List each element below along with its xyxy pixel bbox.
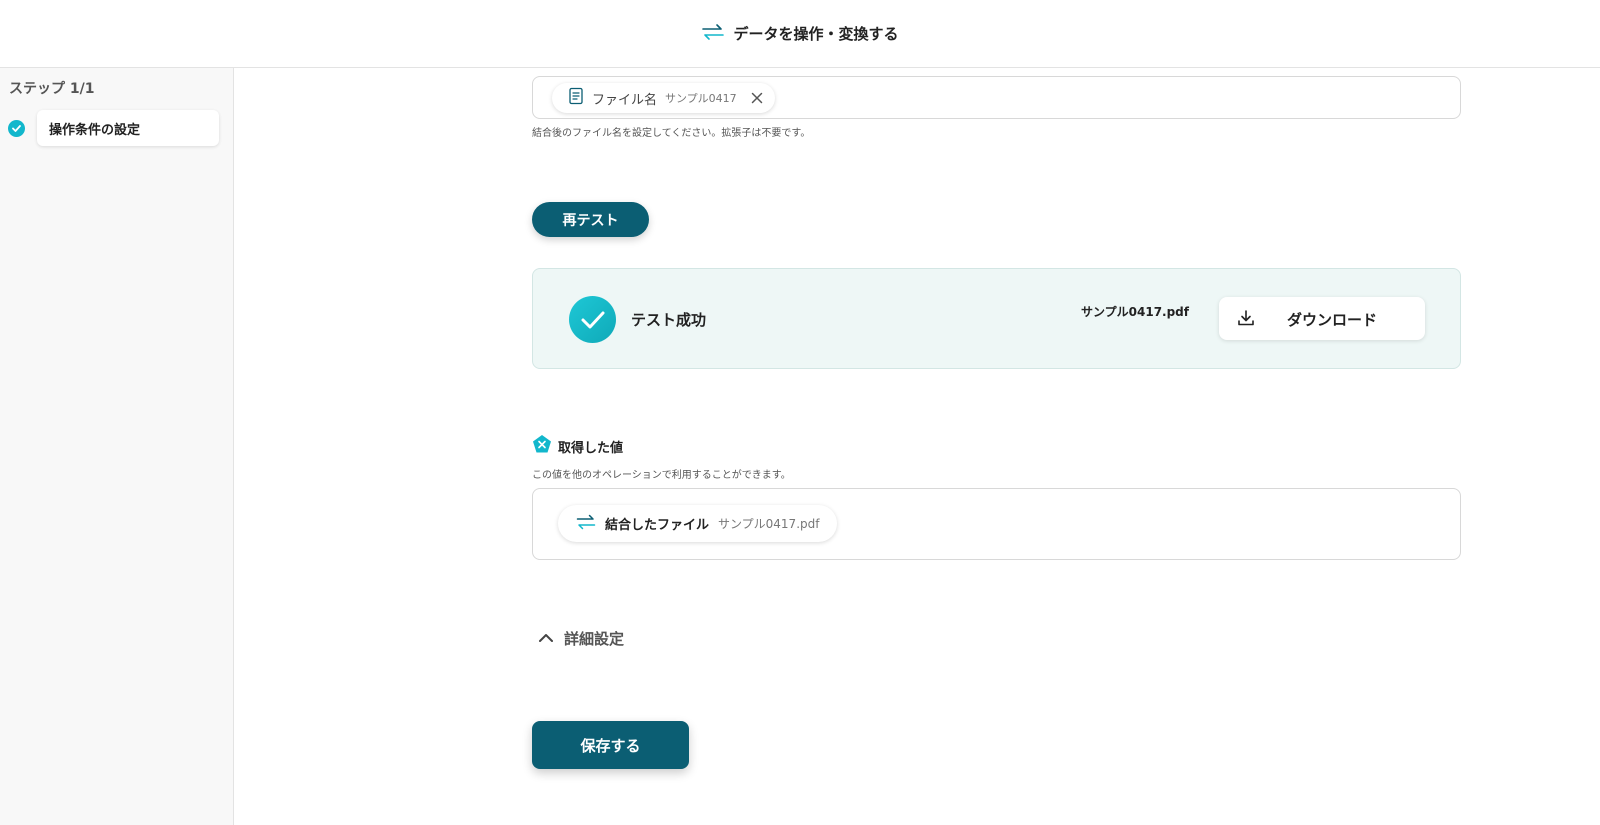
filename-token[interactable]: ファイル名 サンプル0417 [552,83,775,113]
save-button[interactable]: 保存する [532,721,689,769]
sidebar-step-item[interactable]: 操作条件の設定 [8,110,219,146]
retrieved-values-title: 取得した値 [558,440,624,456]
filename-help-text: 結合後のファイル名を設定してください。拡張子は不要です。 [532,128,811,139]
top-header: データを操作・変換する [0,0,1600,68]
swap-arrows-icon [576,514,596,534]
close-icon[interactable] [751,92,763,104]
document-icon [568,87,584,109]
page-title: データを操作・変換する [733,25,899,43]
step-count: ステップ 1/1 [9,81,95,97]
retrieved-values-help: この値を他のオペレーションで利用することができます。 [532,470,791,481]
step-sidebar: ステップ 1/1 操作条件の設定 [0,68,234,825]
value-token[interactable]: 結合したファイル サンプル0417.pdf [558,505,838,542]
download-button[interactable]: ダウンロード [1219,297,1425,340]
result-filename: サンプル0417.pdf [1081,305,1189,319]
advanced-settings-label: 詳細設定 [564,630,625,648]
download-icon [1237,309,1255,331]
retrieved-values-box: 結合したファイル サンプル0417.pdf [532,488,1461,560]
swap-arrows-icon [701,23,725,45]
retest-button[interactable]: 再テスト [532,202,649,237]
variable-badge-icon [532,434,552,458]
test-status-text: テスト成功 [631,311,707,329]
header-title-group: データを操作・変換する [701,23,899,45]
value-token-value: サンプル0417.pdf [718,517,820,531]
filename-input[interactable]: ファイル名 サンプル0417 [532,76,1461,119]
check-circle-icon [8,119,25,137]
token-value: サンプル0417 [665,92,737,105]
token-label: ファイル名 [592,92,658,108]
download-label: ダウンロード [1287,311,1378,329]
step-label[interactable]: 操作条件の設定 [37,110,219,146]
success-check-icon [569,296,616,343]
chevron-up-icon [538,629,554,648]
value-token-label: 結合したファイル [605,518,710,533]
test-result-panel: テスト成功 サンプル0417.pdf ダウンロード [532,268,1461,369]
retrieved-values-header: 取得した値 [532,434,623,458]
advanced-settings-toggle[interactable]: 詳細設定 [538,628,624,649]
